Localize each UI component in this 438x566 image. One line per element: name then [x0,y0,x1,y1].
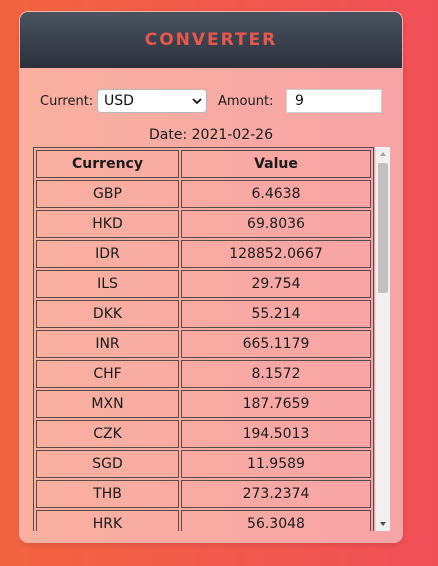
currency-cell: MXN [36,390,179,418]
scrollbar-thumb[interactable] [378,163,388,293]
table-row: GBP 6.4638 [36,180,371,208]
table-row: ILS 29.754 [36,270,371,298]
value-cell: 55.214 [181,300,371,328]
currency-cell: ILS [36,270,179,298]
current-label: Current: [40,94,94,109]
value-cell: 665.1179 [181,330,371,358]
table-scrollbar[interactable] [375,147,390,531]
converter-card: CONVERTER Current: USD Amount: 9 Date: 2… [20,12,402,542]
currency-cell: CZK [36,420,179,448]
table-row: DKK 55.214 [36,300,371,328]
currency-cell: DKK [36,300,179,328]
page-title: CONVERTER [144,30,278,50]
currency-cell: CHF [36,360,179,388]
value-cell: 69.8036 [181,210,371,238]
value-cell: 273.2374 [181,480,371,508]
amount-input[interactable]: 9 [286,89,382,113]
currency-cell: SGD [36,450,179,478]
card-header: CONVERTER [20,12,402,68]
table-row: CHF 8.1572 [36,360,371,388]
value-cell: 187.7659 [181,390,371,418]
table-row: THB 273.2374 [36,480,371,508]
currency-cell: GBP [36,180,179,208]
rates-table: Currency Value GBP 6.4638 HKD 69.8036 IDR 1… [33,147,374,531]
table-row: HKD 69.8036 [36,210,371,238]
table-row: CZK 194.5013 [36,420,371,448]
value-cell: 29.754 [181,270,371,298]
value-cell: 194.5013 [181,420,371,448]
scroll-up-arrow-icon[interactable] [376,147,390,161]
chevron-down-icon [192,98,202,105]
currency-cell: HRK [36,510,179,531]
currency-select-value: USD [104,93,134,109]
currency-cell: INR [36,330,179,358]
rate-date: Date: 2021-02-26 [149,127,273,143]
currency-cell: IDR [36,240,179,268]
table-row: INR 665.1179 [36,330,371,358]
rates-table-container[interactable]: Currency Value GBP 6.4638 HKD 69.8036 IDR 1… [33,147,390,531]
controls-row: Current: USD Amount: 9 [20,89,402,115]
table-row: IDR 128852.0667 [36,240,371,268]
currency-select[interactable]: USD [97,89,207,113]
currency-cell: HKD [36,210,179,238]
scroll-down-arrow-icon[interactable] [376,517,390,531]
value-cell: 6.4638 [181,180,371,208]
value-cell: 8.1572 [181,360,371,388]
currency-column-header: Currency [36,150,179,178]
table-header-row: Currency Value [36,150,371,178]
table-row: MXN 187.7659 [36,390,371,418]
value-column-header: Value [181,150,371,178]
currency-cell: THB [36,480,179,508]
value-cell: 11.9589 [181,450,371,478]
value-cell: 56.3048 [181,510,371,531]
value-cell: 128852.0667 [181,240,371,268]
table-row: SGD 11.9589 [36,450,371,478]
amount-label: Amount: [218,94,274,109]
table-row: HRK 56.3048 [36,510,371,531]
